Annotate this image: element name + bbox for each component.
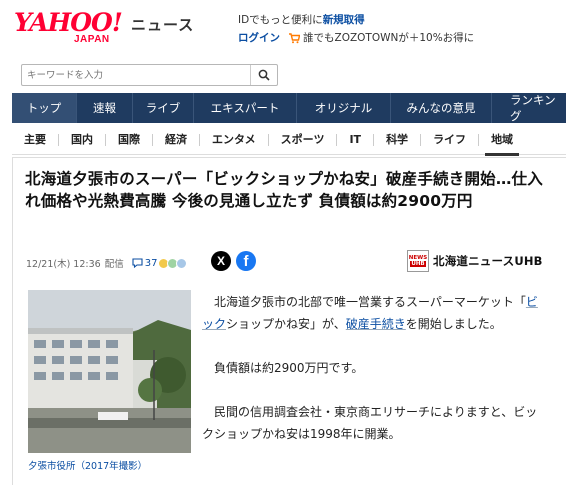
category-science[interactable]: 科学: [374, 133, 422, 146]
tab-expert[interactable]: エキスパート: [194, 93, 297, 123]
main-nav: トップ 速報 ライブ エキスパート オリジナル みんなの意見 ランキング: [12, 93, 566, 123]
city-hall-photo: [28, 290, 191, 453]
x-icon[interactable]: X: [211, 251, 231, 271]
login-link[interactable]: ログイン: [238, 30, 280, 45]
category-economy[interactable]: 経済: [153, 133, 200, 146]
paragraph-3: 民間の信用調査会社・東京商エリサーチによりますと、ビックショップかね安は1998…: [202, 405, 538, 441]
p1-text-a: 北海道夕張市の北部で唯一営業するスーパーマーケット「: [202, 295, 526, 309]
cart-icon: [289, 32, 300, 43]
comment-count: 37: [144, 257, 158, 269]
paragraph-2: 負債額は約2900万円です。: [202, 361, 364, 375]
article-meta: 12/21(木) 12:36 配信 37: [26, 255, 188, 271]
search-box: [21, 64, 278, 86]
search-button[interactable]: [251, 65, 277, 85]
header: YAHOO! JAPAN ニュース IDでもっと便利に新規取得 ログイン 誰でも…: [0, 0, 566, 56]
category-entertainment[interactable]: エンタメ: [200, 133, 269, 146]
article-photo[interactable]: [28, 290, 191, 453]
facebook-icon[interactable]: f: [236, 251, 256, 271]
zozo-promo-link[interactable]: 誰でもZOZOTOWNが＋10%お得に: [303, 30, 474, 45]
logo-sub: JAPAN: [74, 34, 110, 45]
tab-original[interactable]: オリジナル: [297, 93, 391, 123]
share-buttons: X f: [211, 251, 256, 271]
photo-caption[interactable]: 夕張市役所（2017年撮影）: [28, 458, 147, 472]
category-main[interactable]: 主要: [12, 133, 59, 146]
publisher[interactable]: NEWS UHB 北海道ニュースUHB: [407, 250, 543, 272]
article-body: 北海道夕張市の北部で唯一営業するスーパーマーケット「ビックショップかね安」が、破…: [202, 291, 547, 445]
category-it[interactable]: IT: [337, 133, 375, 146]
logo-main: YAHOO!: [14, 8, 123, 37]
category-life[interactable]: ライフ: [421, 133, 480, 146]
paragraph-1: 北海道夕張市の北部で唯一営業するスーパーマーケット「ビックショップかね安」が、破…: [202, 291, 547, 335]
reaction-face-icon: [176, 257, 188, 269]
publisher-name: 北海道ニュースUHB: [433, 254, 543, 268]
signup-link[interactable]: 新規取得: [323, 14, 365, 26]
publish-date: 12/21(木) 12:36: [26, 259, 101, 270]
tab-top[interactable]: トップ: [12, 93, 77, 123]
comment-link[interactable]: 37: [132, 257, 158, 269]
p1-text-b: ショップかね安」が、: [226, 317, 346, 331]
category-sports[interactable]: スポーツ: [269, 133, 338, 146]
publish-label: 配信: [104, 259, 124, 270]
category-international[interactable]: 国際: [106, 133, 153, 146]
promo-line-2: ログイン 誰でもZOZOTOWNが＋10%お得に: [238, 30, 474, 45]
promo-line-1: IDでもっと便利に新規取得: [238, 12, 365, 27]
reaction-faces[interactable]: [158, 257, 188, 269]
publisher-logo: NEWS UHB: [407, 250, 429, 272]
category-local[interactable]: 地域: [479, 133, 525, 156]
category-nav: 主要 国内 国際 経済 エンタメ スポーツ IT 科学 ライフ 地域: [12, 125, 566, 156]
search-icon: [258, 69, 270, 81]
service-name[interactable]: ニュース: [131, 14, 194, 35]
comment-icon: [132, 258, 143, 268]
category-domestic[interactable]: 国内: [59, 133, 106, 146]
tab-breaking[interactable]: 速報: [77, 93, 133, 123]
promo-text: IDでもっと便利に: [238, 14, 323, 26]
publisher-logo-uhb: UHB: [410, 261, 426, 267]
tab-live[interactable]: ライブ: [133, 93, 194, 123]
tab-ranking[interactable]: ランキング: [492, 93, 566, 123]
bankruptcy-link[interactable]: 破産手続き: [346, 317, 406, 331]
tab-opinions[interactable]: みんなの意見: [391, 93, 492, 123]
p1-text-c: を開始しました。: [405, 317, 502, 331]
search-input[interactable]: [22, 65, 250, 85]
yahoo-logo[interactable]: YAHOO! JAPAN: [14, 9, 129, 49]
article-title: 北海道夕張市のスーパー「ビックショップかね安」破産手続き開始…仕入れ価格や光熱費…: [25, 170, 543, 210]
